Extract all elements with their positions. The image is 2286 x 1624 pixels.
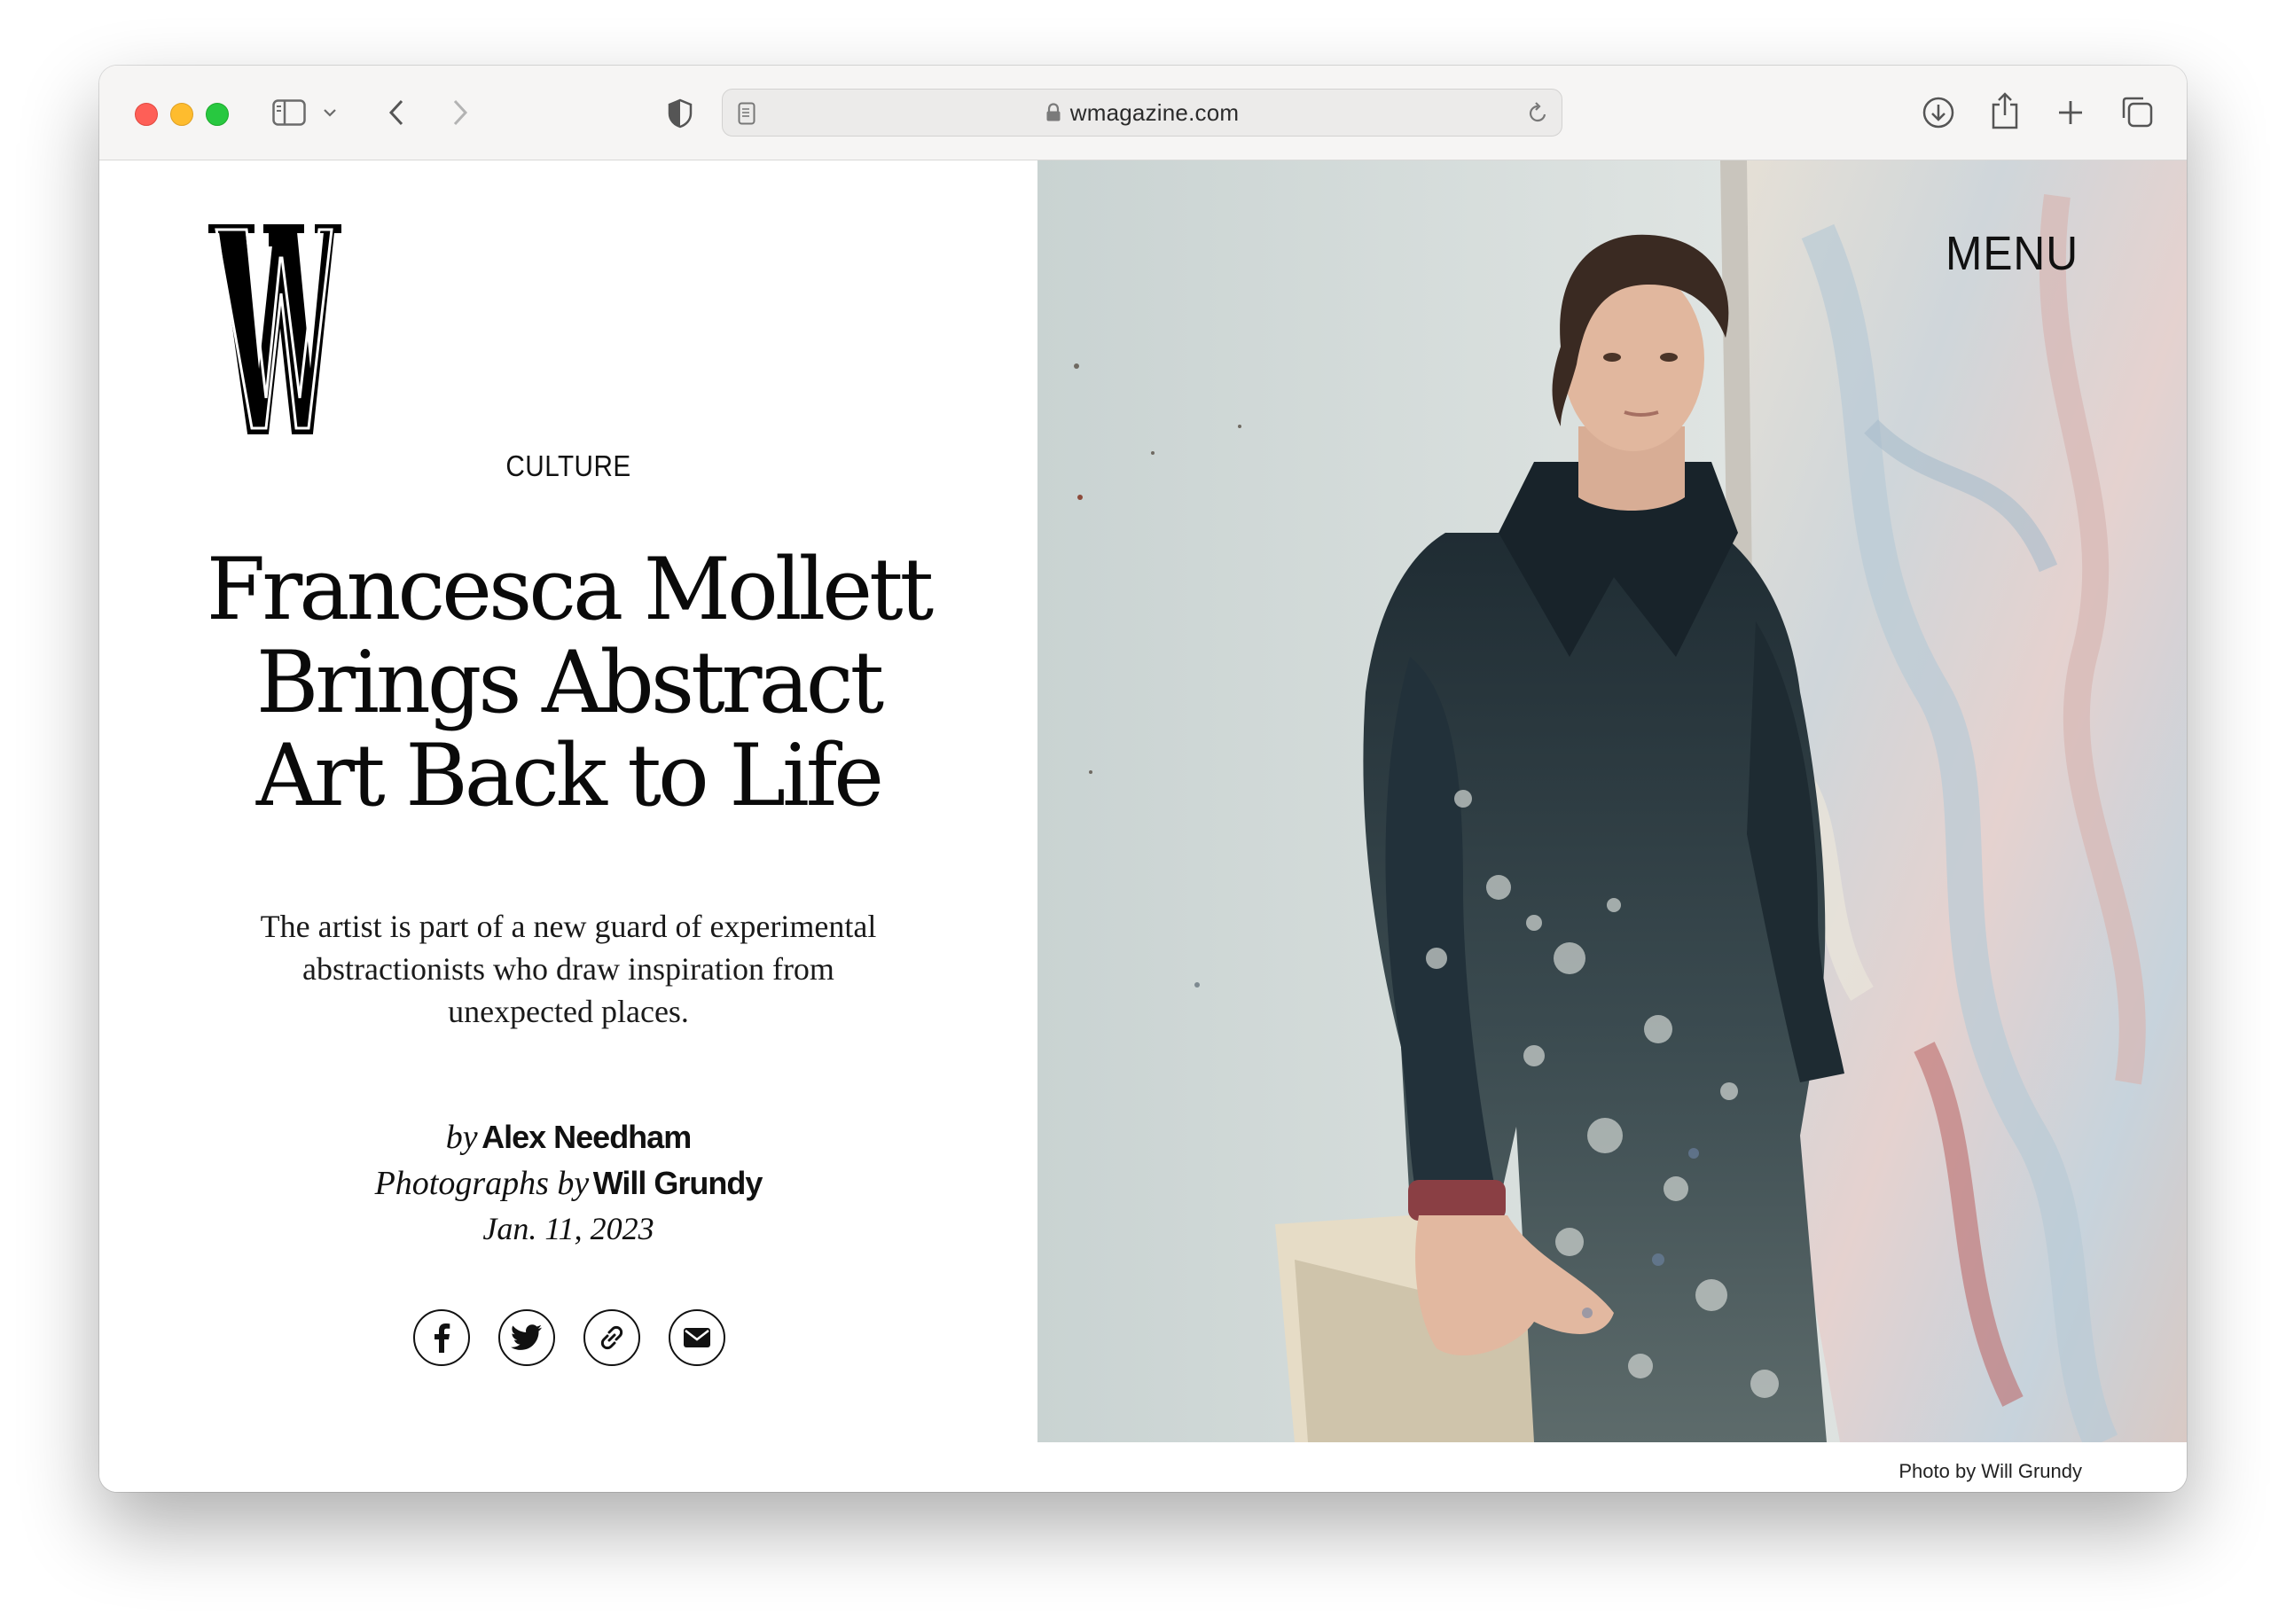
publish-date: Jan. 11, 2023 (482, 1211, 654, 1246)
url-text: wmagazine.com (1069, 98, 1240, 126)
dek-line: The artist is part of a new guard of exp… (260, 909, 877, 944)
envelope-icon (684, 1327, 710, 1348)
w-magazine-logo[interactable] (207, 223, 342, 441)
share-copy-link-button[interactable] (583, 1309, 640, 1366)
address-bar[interactable]: wmagazine.com (722, 89, 1562, 137)
photo-credit: Photo by Will Grundy (1898, 1460, 2082, 1482)
headline-line: Brings Abstract (255, 633, 884, 732)
reload-icon[interactable] (1526, 100, 1549, 127)
author-link[interactable]: Alex Needham (481, 1119, 692, 1155)
back-arrow-icon[interactable] (383, 96, 410, 129)
menu-button[interactable]: MENU (1945, 226, 2079, 281)
headline-line: Art Back to Life (255, 726, 884, 825)
privacy-shield-icon[interactable] (665, 98, 695, 129)
photographer-byline: Photographs by Will Grundy (99, 1164, 1037, 1203)
close-window-button[interactable] (135, 103, 158, 126)
chevron-down-icon[interactable] (321, 105, 339, 121)
new-tab-icon[interactable] (2054, 96, 2087, 129)
browser-window: wmagazine.com CULTURE Francesca Mollett … (99, 66, 2187, 1492)
byline-prefix: by (445, 1119, 478, 1156)
share-email-button[interactable] (669, 1309, 725, 1366)
photographs-prefix: Photographs by (374, 1165, 590, 1202)
share-icon[interactable] (1988, 90, 2022, 131)
browser-toolbar: wmagazine.com (99, 66, 2187, 160)
tab-overview-icon[interactable] (2119, 94, 2155, 129)
minimize-window-button[interactable] (170, 103, 193, 126)
facebook-icon (432, 1323, 451, 1353)
page-content: CULTURE Francesca Mollett Brings Abstrac… (99, 160, 2187, 1492)
share-twitter-button[interactable] (498, 1309, 555, 1366)
forward-arrow-icon[interactable] (447, 96, 474, 129)
sidebar-toggle-icon[interactable] (271, 98, 307, 128)
article-headline: Francesca Mollett Brings Abstract Art Ba… (188, 543, 949, 823)
lock-icon (1045, 103, 1061, 122)
hero-photo: MENU (1037, 160, 2187, 1442)
dek-line: unexpected places. (448, 994, 689, 1029)
share-facebook-button[interactable] (413, 1309, 470, 1366)
article-dek: The artist is part of a new guard of exp… (232, 905, 904, 1033)
headline-line: Francesca Mollett (206, 540, 934, 639)
zoom-window-button[interactable] (206, 103, 229, 126)
author-byline: by Alex Needham (99, 1118, 1037, 1157)
url-display[interactable]: wmagazine.com (723, 90, 1562, 136)
link-icon (598, 1323, 626, 1352)
photographer-link[interactable]: Will Grundy (593, 1165, 763, 1201)
twitter-icon (511, 1324, 543, 1351)
dek-line: abstractionists who draw inspiration fro… (302, 951, 834, 987)
section-label[interactable]: CULTURE (146, 449, 990, 483)
downloads-icon[interactable] (1921, 94, 1956, 131)
